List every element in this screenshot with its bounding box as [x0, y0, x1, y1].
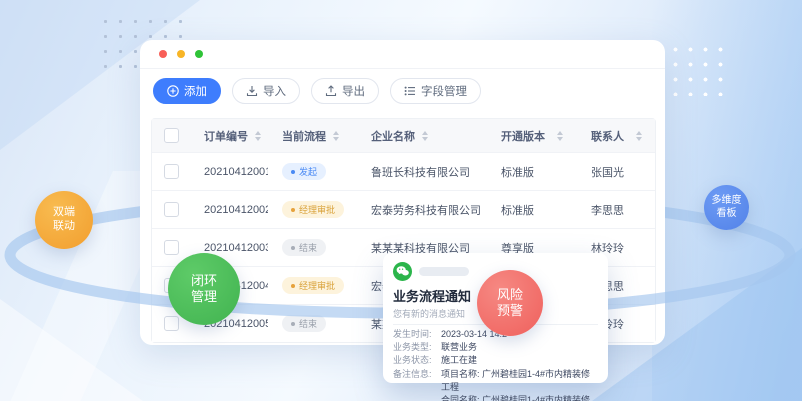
badge-risk-warning: 风险 预警	[477, 270, 543, 336]
sort-icon[interactable]	[557, 131, 563, 141]
field-manage-button[interactable]: 字段管理	[390, 78, 481, 104]
field-value: 项目名称: 广州碧桂园1-4#市内精装修工程	[441, 368, 598, 394]
export-button-label: 导出	[342, 83, 365, 99]
field-label: 发生时间:	[393, 328, 441, 341]
status-label: 结束	[299, 317, 317, 330]
sort-icon[interactable]	[422, 131, 428, 141]
header-process-label: 当前流程	[282, 128, 326, 144]
notification-field: 业务类型: 联营业务	[393, 341, 598, 354]
row-checkbox[interactable]	[164, 316, 179, 331]
window-minimize-dot[interactable]	[177, 50, 185, 58]
badge-text: 管理	[191, 289, 217, 305]
sender-placeholder	[419, 267, 469, 276]
header-order[interactable]: 订单编号	[190, 128, 268, 144]
screenshot-stage: 添加 导入 导出	[0, 0, 802, 401]
order-cell: 20210412003	[190, 242, 268, 254]
badge-text: 风险	[497, 287, 523, 303]
status-badge: 结束	[282, 239, 326, 256]
window-maximize-dot[interactable]	[195, 50, 203, 58]
add-button[interactable]: 添加	[153, 78, 221, 104]
field-manage-button-label: 字段管理	[421, 83, 467, 99]
version-cell: 标准版	[487, 202, 577, 218]
header-company-label: 企业名称	[371, 128, 415, 144]
status-label: 经理审批	[299, 203, 335, 216]
table-header-row: 订单编号 当前流程 企业名称 开通版本 联系人	[152, 119, 655, 152]
field-value: 联营业务	[441, 341, 477, 354]
export-icon	[325, 85, 337, 97]
header-company[interactable]: 企业名称	[357, 128, 487, 144]
field-value: 合同名称: 广州碧桂园1-4#市内精装修工程龙骨采购合同	[441, 394, 598, 401]
notification-field: 备注信息: 项目名称: 广州碧桂园1-4#市内精装修工程	[393, 368, 598, 394]
import-button[interactable]: 导入	[232, 78, 300, 104]
plus-circle-icon	[167, 85, 179, 97]
badge-text: 多维度	[712, 195, 742, 208]
header-contact[interactable]: 联系人	[577, 128, 653, 144]
badge-text: 双端	[53, 206, 75, 220]
field-label	[393, 394, 441, 401]
notification-field: 合同名称: 广州碧桂园1-4#市内精装修工程龙骨采购合同	[393, 394, 598, 401]
window-close-dot[interactable]	[159, 50, 167, 58]
badge-text: 预警	[497, 303, 523, 319]
row-checkbox[interactable]	[164, 202, 179, 217]
status-label: 结束	[299, 241, 317, 254]
import-button-label: 导入	[263, 83, 286, 99]
wechat-icon	[393, 262, 412, 281]
table-row: 20210412001 发起 鲁班长科技有限公司 标准版 张国光	[152, 152, 655, 190]
version-cell: 标准版	[487, 164, 577, 180]
header-process[interactable]: 当前流程	[268, 128, 357, 144]
field-label: 业务状态:	[393, 354, 441, 367]
notification-field: 业务状态: 施工在建	[393, 354, 598, 367]
sort-icon[interactable]	[333, 131, 339, 141]
status-dot	[291, 246, 295, 250]
badge-dual-linkage: 双端 联动	[35, 191, 93, 249]
status-badge: 发起	[282, 163, 326, 180]
import-icon	[246, 85, 258, 97]
select-all-checkbox[interactable]	[164, 128, 179, 143]
badge-text: 闭环	[191, 273, 217, 289]
export-button[interactable]: 导出	[311, 78, 379, 104]
company-cell: 鲁班长科技有限公司	[357, 164, 487, 180]
table-row: 20210412002 经理审批 宏泰劳务科技有限公司 标准版 李思思	[152, 190, 655, 228]
field-value: 施工在建	[441, 354, 477, 367]
header-contact-label: 联系人	[591, 128, 624, 144]
window-titlebar	[140, 40, 665, 69]
field-label: 业务类型:	[393, 341, 441, 354]
order-cell: 20210412001	[190, 166, 268, 178]
badge-text: 联动	[53, 220, 75, 234]
badge-multi-dashboard: 多维度 看板	[704, 185, 749, 230]
sort-icon[interactable]	[255, 131, 261, 141]
row-checkbox[interactable]	[164, 164, 179, 179]
sort-icon[interactable]	[636, 131, 642, 141]
status-label: 经理审批	[299, 279, 335, 292]
status-badge: 结束	[282, 315, 326, 332]
contact-cell: 李思思	[577, 202, 653, 218]
company-cell: 宏泰劳务科技有限公司	[357, 202, 487, 218]
notification-body: 发生时间: 2023-03-14 14:2 业务类型: 联营业务 业务状态: 施…	[393, 328, 598, 401]
dot-grid-right	[668, 42, 732, 96]
contact-cell: 张国光	[577, 164, 653, 180]
add-button-label: 添加	[184, 83, 207, 99]
header-order-label: 订单编号	[204, 128, 248, 144]
status-badge: 经理审批	[282, 201, 344, 218]
badge-text: 看板	[717, 208, 737, 221]
status-dot	[291, 208, 295, 212]
status-dot	[291, 170, 295, 174]
header-version-label: 开通版本	[501, 128, 545, 144]
field-label: 备注信息:	[393, 368, 441, 394]
status-badge: 经理审批	[282, 277, 344, 294]
toolbar: 添加 导入 导出	[153, 78, 481, 104]
header-version[interactable]: 开通版本	[487, 128, 577, 144]
status-label: 发起	[299, 165, 317, 178]
status-dot	[291, 322, 295, 326]
row-checkbox[interactable]	[164, 240, 179, 255]
badge-closed-loop: 闭环 管理	[168, 253, 240, 325]
field-list-icon	[404, 85, 416, 97]
order-cell: 20210412002	[190, 204, 268, 216]
status-dot	[291, 284, 295, 288]
